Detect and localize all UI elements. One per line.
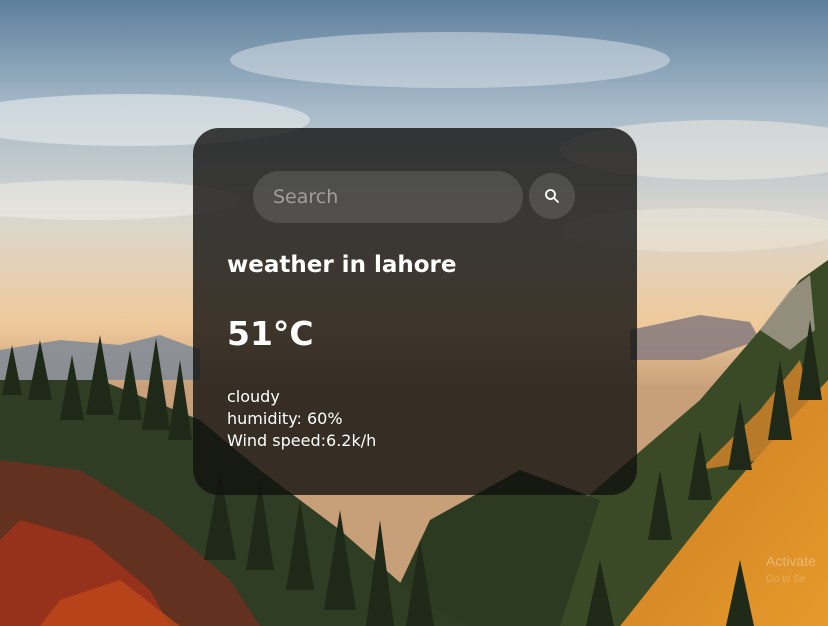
search-button[interactable] bbox=[529, 173, 575, 219]
city-title: weather in lahore bbox=[227, 252, 457, 278]
temperature: 51°C bbox=[227, 314, 314, 353]
humidity: humidity: 60% bbox=[227, 409, 343, 428]
weather-card: weather in lahore 51°C cloudy humidity: … bbox=[193, 128, 637, 495]
wind-speed: Wind speed:6.2k/h bbox=[227, 431, 377, 450]
search-icon bbox=[545, 189, 559, 203]
search-bar bbox=[253, 171, 575, 223]
search-input[interactable] bbox=[253, 171, 523, 223]
weather-condition: cloudy bbox=[227, 387, 280, 406]
app-window: weather in lahore 51°C cloudy humidity: … bbox=[0, 0, 828, 626]
activation-watermark: Activate bbox=[766, 553, 816, 569]
activation-watermark-subtitle: Go to Se bbox=[766, 574, 806, 585]
weather-details: cloudy humidity: 60% Wind speed:6.2k/h bbox=[227, 386, 376, 452]
